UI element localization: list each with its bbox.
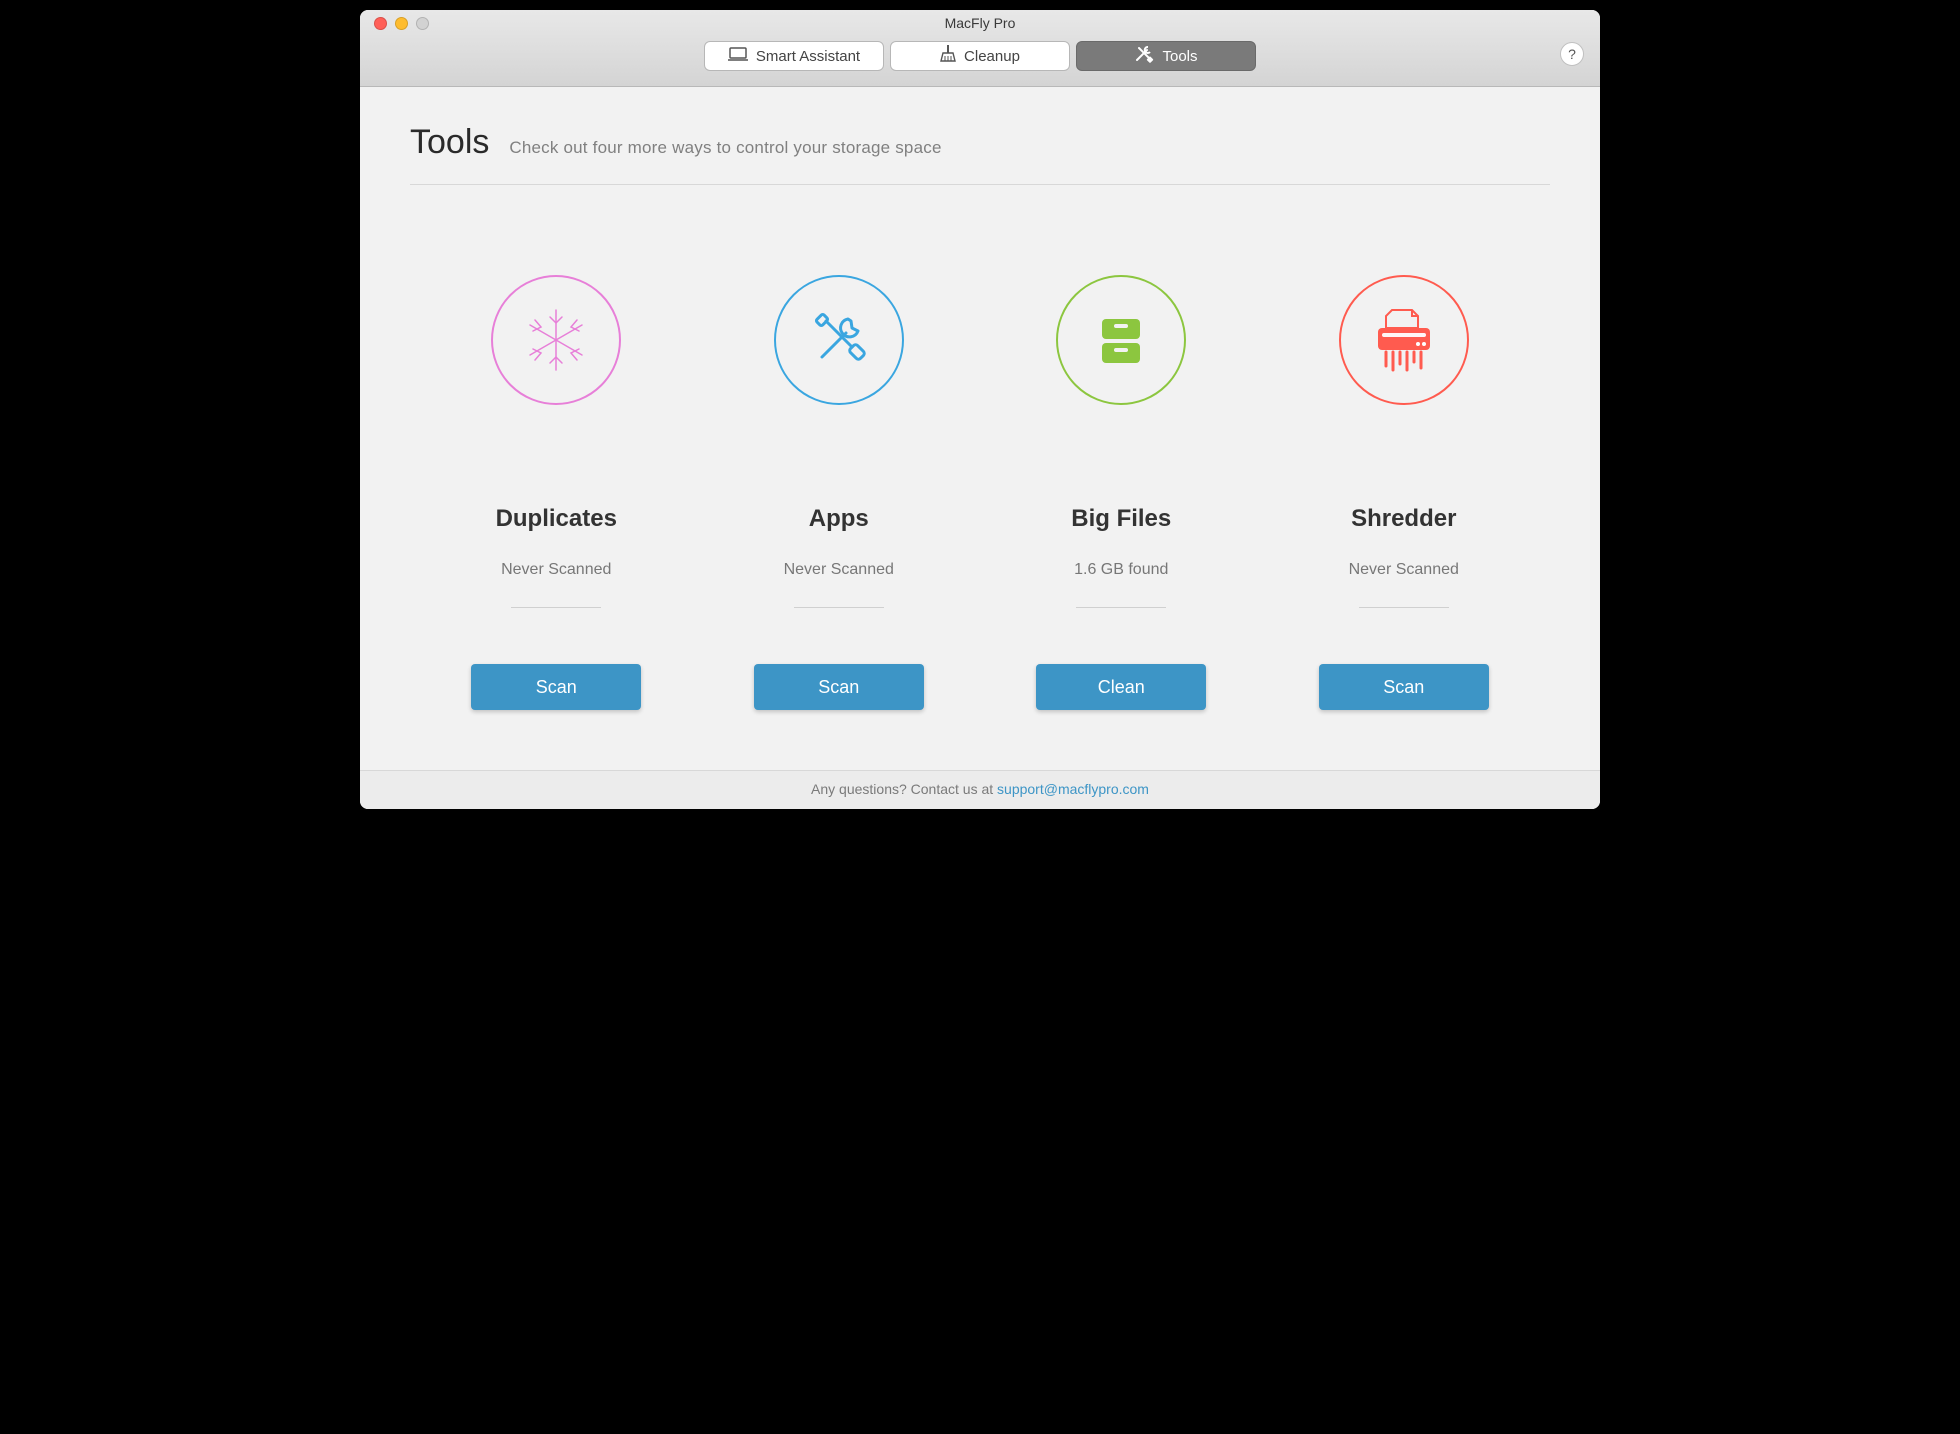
clean-bigfiles-button[interactable]: Clean (1036, 664, 1206, 710)
tab-tools[interactable]: Tools (1076, 41, 1256, 71)
page-title: Tools (410, 123, 489, 162)
tab-label: Tools (1162, 48, 1197, 65)
page-header: Tools Check out four more ways to contro… (410, 123, 1550, 185)
tools-icon (1134, 45, 1154, 67)
tools-grid: Duplicates Never Scanned Scan (410, 185, 1550, 770)
help-button[interactable]: ? (1560, 42, 1584, 66)
drawer-icon (1056, 275, 1186, 405)
tab-smart-assistant[interactable]: Smart Assistant (704, 41, 884, 71)
card-status: Never Scanned (501, 561, 611, 579)
divider (794, 607, 884, 608)
card-status: Never Scanned (1349, 561, 1459, 579)
content-area: Tools Check out four more ways to contro… (360, 87, 1600, 770)
card-title: Shredder (1351, 505, 1456, 533)
card-bigfiles: Big Files 1.6 GB found Clean (995, 275, 1248, 710)
titlebar: MacFly Pro Smart Assistant Cleanup (360, 10, 1600, 87)
card-shredder: Shredder Never Scanned Scan (1278, 275, 1531, 710)
card-title: Duplicates (496, 505, 617, 533)
scan-apps-button[interactable]: Scan (754, 664, 924, 710)
close-window-button[interactable] (374, 17, 387, 30)
window-title: MacFly Pro (360, 15, 1600, 31)
tab-label: Smart Assistant (756, 48, 860, 65)
card-title: Apps (809, 505, 869, 533)
wrench-screwdriver-icon (774, 275, 904, 405)
card-apps: Apps Never Scanned Scan (713, 275, 966, 710)
zoom-window-button[interactable] (416, 17, 429, 30)
laptop-icon (728, 47, 748, 65)
app-window: MacFly Pro Smart Assistant Cleanup (360, 10, 1600, 809)
scan-duplicates-button[interactable]: Scan (471, 664, 641, 710)
tab-cleanup[interactable]: Cleanup (890, 41, 1070, 71)
card-status: 1.6 GB found (1074, 561, 1168, 579)
toolbar: Smart Assistant Cleanup Tools ? (360, 36, 1600, 86)
help-icon: ? (1568, 46, 1576, 62)
page-subtitle: Check out four more ways to control your… (509, 138, 941, 158)
shredder-icon (1339, 275, 1469, 405)
divider (1359, 607, 1449, 608)
card-title: Big Files (1071, 505, 1171, 533)
snowflake-icon (491, 275, 621, 405)
footer-text: Any questions? Contact us at (811, 781, 997, 797)
tab-group: Smart Assistant Cleanup Tools (704, 41, 1256, 71)
divider (1076, 607, 1166, 608)
card-status: Never Scanned (784, 561, 894, 579)
minimize-window-button[interactable] (395, 17, 408, 30)
scan-shredder-button[interactable]: Scan (1319, 664, 1489, 710)
traffic-lights (360, 17, 429, 30)
support-email-link[interactable]: support@macflypro.com (997, 781, 1149, 797)
tab-label: Cleanup (964, 48, 1020, 65)
footer: Any questions? Contact us at support@mac… (360, 770, 1600, 809)
broom-icon (940, 45, 956, 67)
divider (511, 607, 601, 608)
card-duplicates: Duplicates Never Scanned Scan (430, 275, 683, 710)
